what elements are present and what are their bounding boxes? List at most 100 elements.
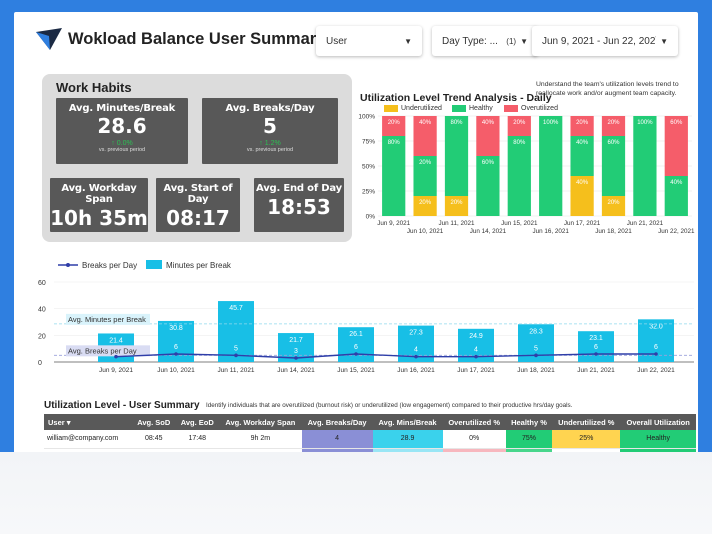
bar-data-label: 80% bbox=[388, 140, 401, 146]
column-header-healthy[interactable]: Healthy % bbox=[505, 414, 553, 430]
avg-end-of-day-tile: Avg. End of Day 18:53 bbox=[254, 178, 344, 232]
bar-data-label: 20% bbox=[419, 160, 432, 166]
bar-segment-underutilized bbox=[413, 196, 437, 216]
bar-data-label: 100% bbox=[637, 120, 653, 126]
x-tick-label: Jun 18, 2021 bbox=[595, 228, 632, 235]
breaks-point bbox=[174, 352, 178, 356]
trend-chart-note: Understand the team's utilization levels… bbox=[536, 81, 679, 97]
bar-value-label: 21.4 bbox=[109, 337, 123, 344]
bar-segment-overutilized bbox=[507, 116, 531, 136]
line-value-label: 3 bbox=[294, 348, 298, 355]
breaks-point bbox=[474, 354, 478, 359]
bar-segment-healthy bbox=[382, 136, 406, 216]
user-summary-title: Utilization Level - User Summary bbox=[44, 400, 200, 411]
bar-segment-overutilized bbox=[382, 116, 406, 136]
date-range-dropdown[interactable]: Jun 9, 2021 - Jun 22, 202ˇ ▼ bbox=[532, 26, 678, 56]
x-tick-label: Jun 9, 2021 bbox=[377, 220, 410, 227]
bar-value-label: 26.1 bbox=[349, 331, 363, 338]
bar-value-label: 30.8 bbox=[169, 325, 183, 332]
table-cell: 25% bbox=[552, 430, 621, 449]
work-habits-panel: Work Habits Avg. Minutes/Break 28.6 ↑ 0.… bbox=[42, 74, 352, 242]
avg-start-of-day-tile: Avg. Start of Day 08:17 bbox=[156, 178, 240, 232]
bar-data-label: 40% bbox=[482, 120, 495, 126]
table-cell: 75% bbox=[505, 430, 553, 449]
tile-value: 5 bbox=[263, 114, 277, 138]
tile-title: Avg. Workday Span bbox=[61, 183, 137, 205]
bar-data-label: 80% bbox=[450, 120, 463, 126]
tile-value: 08:17 bbox=[166, 206, 230, 230]
bar-segment-overutilized bbox=[570, 116, 594, 136]
column-header-workday-span[interactable]: Avg. Workday Span bbox=[219, 414, 302, 430]
x-tick-label: Jun 10, 2021 bbox=[157, 367, 195, 374]
user-summary-note: Identify individuals that are overutiliz… bbox=[206, 402, 573, 409]
bar-segment-healthy bbox=[444, 116, 469, 196]
bar-data-label: 20% bbox=[419, 200, 432, 206]
legend-label: Minutes per Break bbox=[166, 261, 232, 270]
column-header-user[interactable]: User ▾ bbox=[44, 414, 132, 430]
day-type-filter-count: (1) bbox=[506, 36, 517, 46]
table-cell: 08:45 bbox=[132, 430, 176, 449]
column-header-avg-eod[interactable]: Avg. EoD bbox=[175, 414, 219, 430]
column-header-underutilized[interactable]: Underutilized % bbox=[552, 414, 621, 430]
bar-data-label: 20% bbox=[513, 120, 526, 126]
line-value-label: 4 bbox=[414, 347, 418, 354]
x-tick-label: Jun 16, 2021 bbox=[397, 367, 435, 374]
chevron-down-icon: ▼ bbox=[660, 36, 668, 46]
line-value-label: 5 bbox=[234, 345, 238, 352]
column-header-mins-break[interactable]: Avg. Mins/Break bbox=[372, 414, 443, 430]
avg-minutes-break-tile: Avg. Minutes/Break 28.6 ↑ 0.0% vs. previ… bbox=[56, 98, 188, 164]
bar-data-label: 60% bbox=[482, 160, 495, 166]
breaks-point bbox=[294, 356, 298, 360]
bar-data-label: 60% bbox=[670, 120, 683, 126]
x-tick-label: Jun 14, 2021 bbox=[277, 367, 315, 374]
x-tick-label: Jun 17, 2021 bbox=[457, 367, 495, 374]
y-tick-label: 75% bbox=[362, 139, 375, 146]
table-cell: 9h 2m bbox=[219, 430, 302, 449]
bar-data-label: 40% bbox=[576, 180, 589, 186]
breaks-minutes-chart: Breaks per Day Minutes per Break 0 20 40 60 21… bbox=[38, 260, 694, 374]
tile-sub: vs. previous period bbox=[98, 147, 146, 153]
column-header-overall[interactable]: Overall Utilization bbox=[620, 414, 696, 430]
trend-chart-title: Utilization Level Trend Analysis - Daily bbox=[360, 92, 552, 104]
x-tick-label: Jun 18, 2021 bbox=[517, 367, 555, 374]
day-type-filter-dropdown[interactable]: Day Type: ... (1) ▼ bbox=[432, 26, 538, 56]
tile-value: 10h 35m bbox=[50, 206, 148, 230]
tile-delta: ↑ 0.0% bbox=[111, 140, 133, 147]
table-cell: 4 bbox=[301, 430, 373, 449]
column-header-overutilized[interactable]: Overutilized % bbox=[442, 414, 506, 430]
bar-value-label: 21.7 bbox=[289, 337, 303, 344]
y-tick-label: 60 bbox=[38, 280, 46, 287]
bar-segment-healthy bbox=[633, 116, 657, 216]
bar-data-label: 20% bbox=[576, 120, 589, 126]
x-tick-label: Jun 15, 2021 bbox=[501, 220, 538, 227]
logo-icon bbox=[36, 28, 62, 50]
line-value-label: 6 bbox=[174, 344, 178, 351]
tile-title: Avg. Minutes/Break bbox=[68, 103, 176, 114]
table-cell: 28.9 bbox=[372, 430, 443, 449]
breaks-line bbox=[115, 353, 656, 359]
y-tick-label: 0% bbox=[366, 214, 376, 221]
table-row[interactable]: william@company.com 08:45 17:48 9h 2m 4 28.9 0… bbox=[44, 430, 696, 449]
y-tick-label: 40 bbox=[38, 307, 46, 314]
y-tick-label: 50% bbox=[362, 164, 375, 171]
user-filter-dropdown[interactable]: User ▼ bbox=[316, 26, 422, 56]
page-footer-area bbox=[0, 452, 712, 534]
avg-workday-span-tile: Avg. Workday Span 10h 35m bbox=[50, 178, 148, 232]
bar-segment-overutilized bbox=[601, 116, 626, 136]
table-cell: 0% bbox=[442, 430, 506, 449]
bar-segment-healthy bbox=[507, 136, 531, 216]
table-header-row: User ▾ Avg. SoD Avg. EoD Avg. Workday Sp… bbox=[44, 414, 696, 430]
x-tick-label: Jun 15, 2021 bbox=[337, 367, 375, 374]
breaks-point bbox=[114, 354, 118, 359]
legend-minutes-per-break: Minutes per Break bbox=[146, 260, 232, 270]
bar-value-label: 32.0 bbox=[649, 323, 663, 330]
line-value-label: 6 bbox=[354, 344, 358, 351]
bar-data-label: 60% bbox=[607, 140, 620, 146]
reference-line-label: Avg. Minutes per Break bbox=[68, 315, 146, 324]
x-tick-label: Jun 16, 2021 bbox=[532, 228, 569, 235]
x-tick-label: Jun 14, 2021 bbox=[470, 228, 507, 235]
column-header-breaks-day[interactable]: Avg. Breaks/Day bbox=[301, 414, 373, 430]
column-header-avg-sod[interactable]: Avg. SoD bbox=[132, 414, 176, 430]
table-cell: Healthy bbox=[620, 430, 696, 449]
x-tick-label: Jun 11, 2021 bbox=[439, 220, 475, 227]
